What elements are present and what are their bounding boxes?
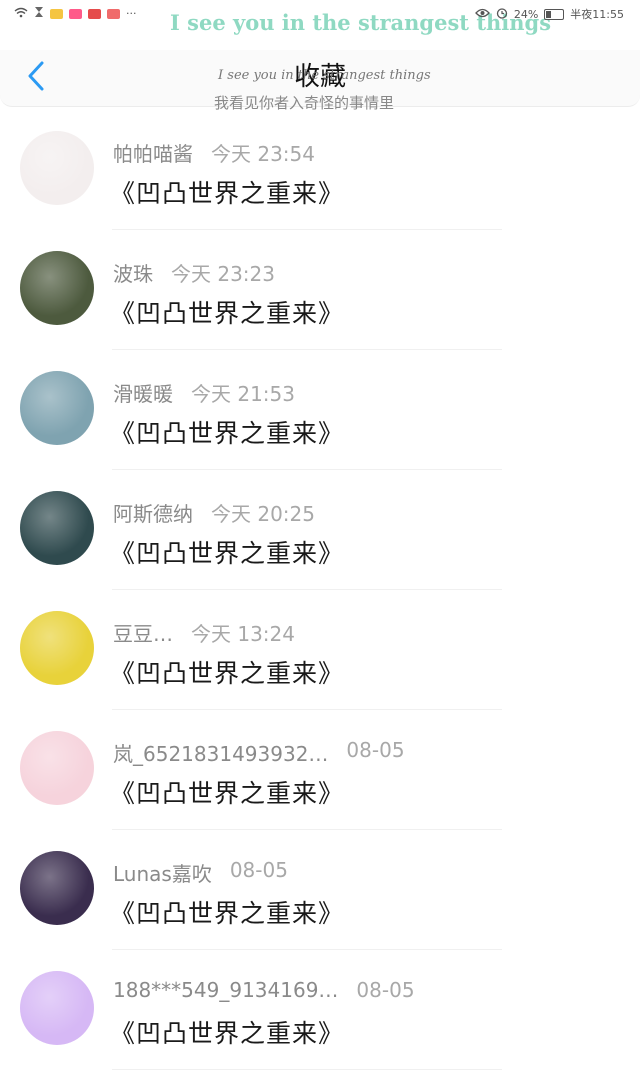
item-meta: 波珠 今天 23:23 — [113, 258, 275, 287]
user-name[interactable]: 波珠 — [113, 258, 153, 287]
avatar[interactable] — [20, 611, 94, 685]
avatar[interactable] — [20, 971, 94, 1045]
list-item[interactable]: 豆豆… 今天 13:24 《凹凸世界之重来》 — [0, 590, 640, 710]
work-title[interactable]: 《凹凸世界之重来》 — [110, 774, 344, 810]
list-item[interactable]: 阿斯德纳 今天 20:25 《凹凸世界之重来》 — [0, 470, 640, 590]
list-item[interactable]: 岚_6521831493932… 08-05 《凹凸世界之重来》 — [0, 710, 640, 830]
timestamp: 08-05 — [229, 858, 288, 882]
item-meta: 188***549_9134169… 08-05 — [113, 978, 415, 1002]
app-notification-icon — [107, 8, 120, 19]
timestamp: 今天 13:24 — [191, 622, 295, 646]
more-notifications-icon: ··· — [126, 7, 137, 20]
work-title[interactable]: 《凹凸世界之重来》 — [110, 1014, 344, 1050]
user-name[interactable]: 188***549_9134169… — [113, 978, 338, 1002]
list-item[interactable]: Lunas嘉吹 08-05 《凹凸世界之重来》 — [0, 830, 640, 950]
status-time: 半夜11:55 — [570, 8, 624, 21]
timestamp: 08-05 — [356, 978, 415, 1002]
item-meta: 帕帕喵酱 今天 23:54 — [113, 138, 315, 167]
work-title[interactable]: 《凹凸世界之重来》 — [110, 654, 344, 690]
alarm-icon — [496, 7, 508, 22]
work-title[interactable]: 《凹凸世界之重来》 — [110, 294, 344, 330]
list-item[interactable]: 波珠 今天 23:23 《凹凸世界之重来》 — [0, 230, 640, 350]
item-meta: 阿斯德纳 今天 20:25 — [113, 498, 315, 527]
item-meta: 滑暖暖 今天 21:53 — [113, 378, 295, 407]
app-notification-icon — [88, 8, 101, 19]
item-meta: Lunas嘉吹 08-05 — [113, 858, 288, 887]
item-meta: 岚_6521831493932… 08-05 — [113, 738, 405, 767]
wifi-icon — [14, 7, 28, 21]
work-title[interactable]: 《凹凸世界之重来》 — [110, 894, 344, 930]
user-name[interactable]: 帕帕喵酱 — [113, 138, 193, 167]
avatar[interactable] — [20, 371, 94, 445]
avatar[interactable] — [20, 491, 94, 565]
work-title[interactable]: 《凹凸世界之重来》 — [110, 414, 344, 450]
work-title[interactable]: 《凹凸世界之重来》 — [110, 174, 344, 210]
app-notification-icon — [69, 8, 82, 19]
overlay-english-text: I see you in the strangest things — [218, 68, 431, 83]
item-meta: 豆豆… 今天 13:24 — [113, 618, 295, 647]
timestamp: 今天 23:23 — [171, 262, 275, 286]
timestamp: 今天 23:54 — [211, 142, 315, 166]
favorites-list: 帕帕喵酱 今天 23:54 《凹凸世界之重来》 波珠 今天 23:23 《凹凸世界之重来》… — [0, 110, 640, 1070]
user-name[interactable]: Lunas嘉吹 — [113, 858, 212, 887]
avatar[interactable] — [20, 851, 94, 925]
status-right-icons: 24% 半夜11:55 — [474, 6, 624, 22]
status-bar: ··· I see you in the strangest things 24… — [0, 0, 640, 50]
work-title[interactable]: 《凹凸世界之重来》 — [110, 534, 344, 570]
user-name[interactable]: 阿斯德纳 — [113, 498, 193, 527]
list-item[interactable]: 帕帕喵酱 今天 23:54 《凹凸世界之重来》 — [0, 110, 640, 230]
list-item[interactable]: 滑暖暖 今天 21:53 《凹凸世界之重来》 — [0, 350, 640, 470]
battery-icon — [544, 8, 565, 20]
app-notification-icon — [50, 8, 63, 19]
hourglass-icon — [34, 6, 44, 21]
status-left-icons: ··· — [14, 6, 137, 21]
list-item[interactable]: 188***549_9134169… 08-05 《凹凸世界之重来》 — [0, 950, 640, 1070]
eye-icon — [474, 8, 490, 21]
avatar[interactable] — [20, 131, 94, 205]
timestamp: 08-05 — [346, 738, 405, 762]
avatar[interactable] — [20, 251, 94, 325]
timestamp: 今天 21:53 — [191, 382, 295, 406]
timestamp: 今天 20:25 — [211, 502, 315, 526]
avatar[interactable] — [20, 731, 94, 805]
user-name[interactable]: 滑暖暖 — [113, 378, 173, 407]
user-name[interactable]: 豆豆… — [113, 618, 173, 647]
battery-percent: 24% — [513, 7, 539, 21]
user-name[interactable]: 岚_6521831493932… — [113, 738, 328, 767]
